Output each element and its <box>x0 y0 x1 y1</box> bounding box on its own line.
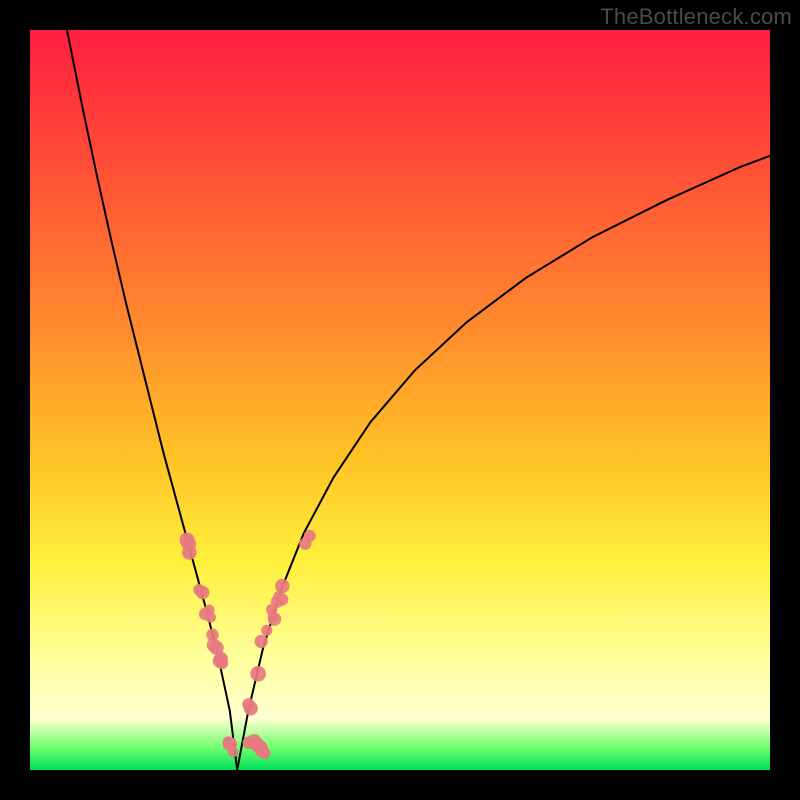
data-point <box>205 612 216 623</box>
markers-group <box>179 530 315 759</box>
plot-area <box>30 30 770 770</box>
curve-right-curve <box>237 156 770 770</box>
data-point <box>255 635 268 648</box>
data-point <box>304 530 316 542</box>
data-point <box>253 741 267 755</box>
data-point <box>276 593 288 605</box>
plot-svg <box>30 30 770 770</box>
data-point <box>207 638 221 652</box>
data-point <box>261 625 272 636</box>
watermark-text: TheBottleneck.com <box>600 4 792 30</box>
data-point <box>250 666 266 682</box>
data-point <box>179 532 194 547</box>
curve-left-curve <box>67 30 237 770</box>
data-point <box>214 652 228 666</box>
data-point <box>223 736 235 748</box>
curves-group <box>67 30 770 770</box>
chart-frame: TheBottleneck.com <box>0 0 800 800</box>
data-point <box>266 604 277 615</box>
data-point <box>244 701 258 715</box>
data-point <box>193 584 204 595</box>
